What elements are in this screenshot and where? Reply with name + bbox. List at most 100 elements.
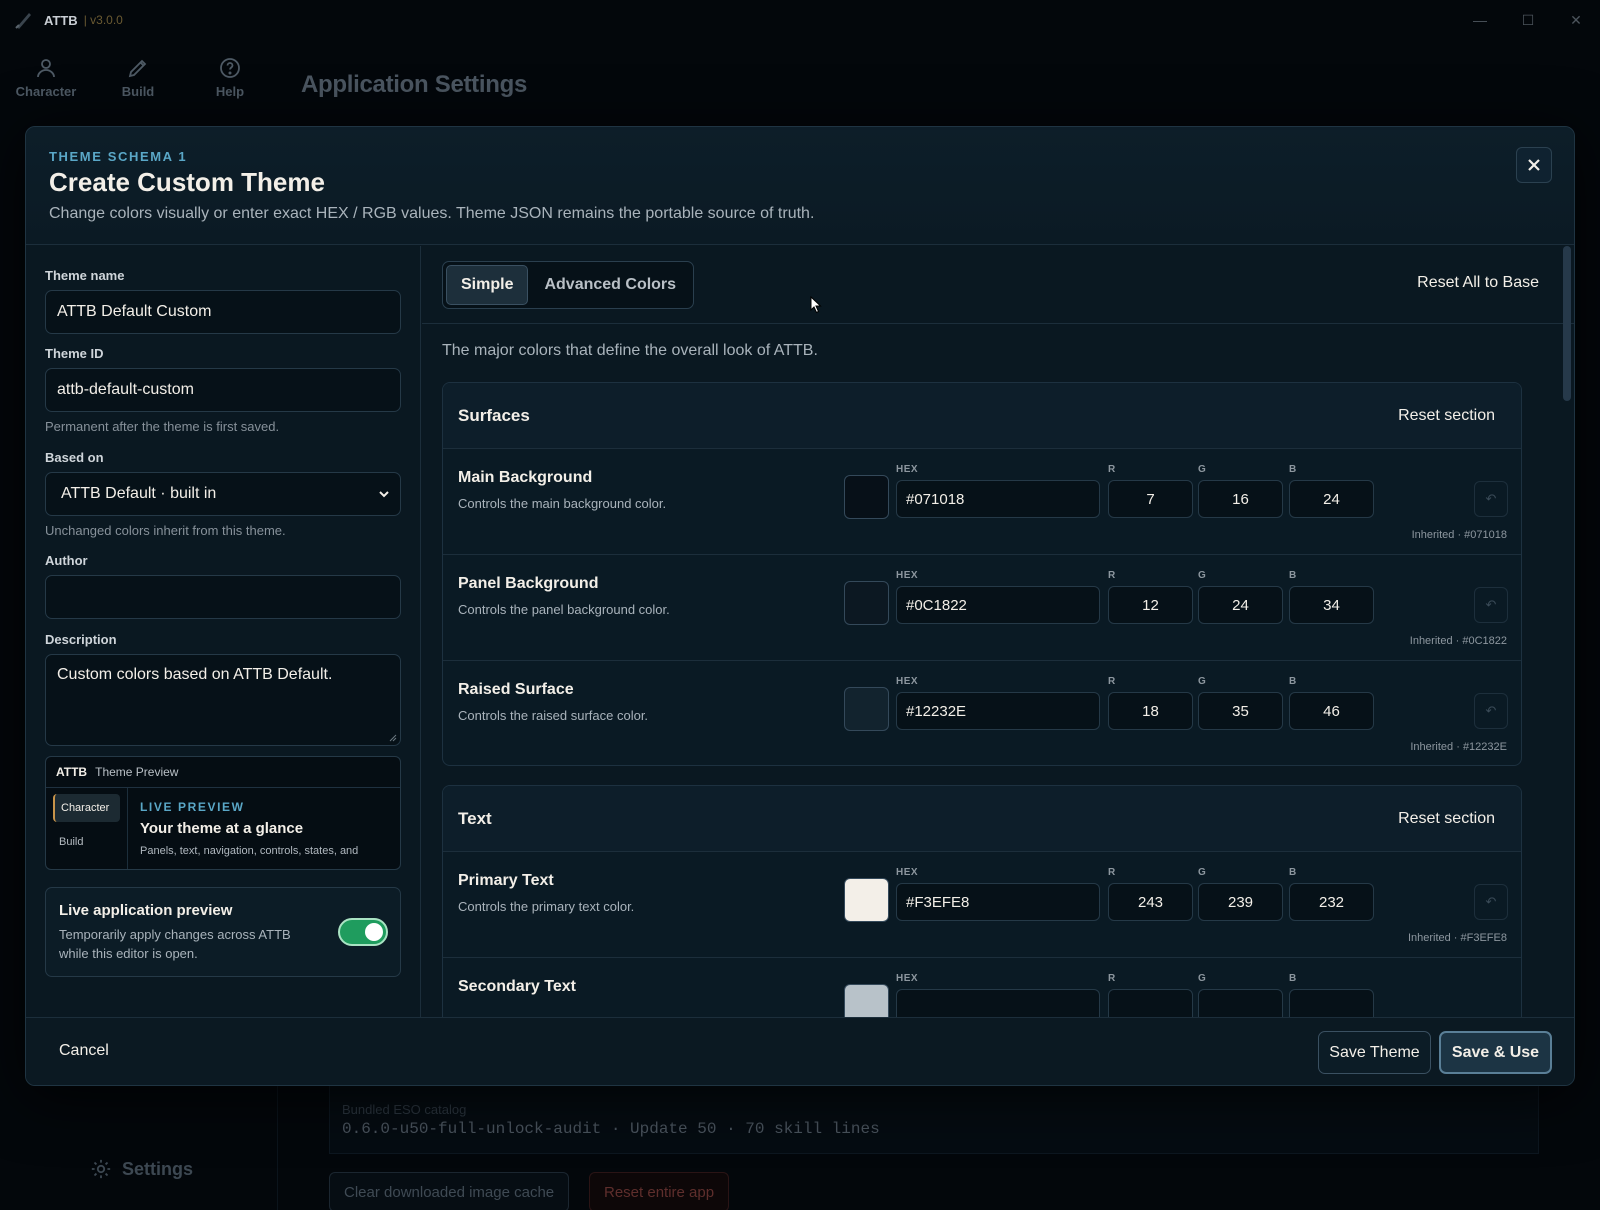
g-input[interactable] <box>1198 989 1283 1017</box>
theme-id-input[interactable]: attb-default-custom <box>45 368 401 412</box>
description-textarea[interactable]: Custom colors based on ATTB Default. <box>45 654 401 746</box>
hex-input[interactable] <box>896 989 1100 1017</box>
undo-button[interactable]: ↶ <box>1474 481 1508 517</box>
nav-label: Help <box>215 84 245 99</box>
theme-name-label: Theme name <box>45 268 125 283</box>
hex-input[interactable]: #0C1822 <box>896 586 1100 624</box>
r-input[interactable]: 243 <box>1108 883 1193 921</box>
b-label: B <box>1289 867 1297 878</box>
scrollbar[interactable] <box>1563 246 1571 401</box>
r-input[interactable]: 12 <box>1108 586 1193 624</box>
g-label: G <box>1198 973 1207 984</box>
r-input[interactable]: 7 <box>1108 480 1193 518</box>
inherited-note: Inherited · #071018 <box>1411 529 1507 541</box>
undo-button[interactable]: ↶ <box>1474 693 1508 729</box>
nav-build[interactable]: Build <box>92 56 184 99</box>
nav-label: Character <box>15 84 77 99</box>
color-swatch[interactable] <box>844 878 889 922</box>
b-input[interactable]: 46 <box>1289 692 1374 730</box>
b-label: B <box>1289 464 1297 475</box>
color-row-raised-surface: Raised Surface Controls the raised surfa… <box>443 661 1521 765</box>
b-input[interactable]: 232 <box>1289 883 1374 921</box>
hex-label: HEX <box>896 676 919 687</box>
gear-icon <box>91 1159 111 1179</box>
section-text: Text Reset section Primary Text Controls… <box>442 785 1522 1017</box>
undo-button[interactable]: ↶ <box>1474 587 1508 623</box>
dialog-header: THEME SCHEMA 1 Create Custom Theme Chang… <box>26 127 1574 245</box>
preview-nav-item: Build <box>59 836 84 848</box>
undo-button[interactable]: ↶ <box>1474 884 1508 920</box>
live-preview-card: Live application preview Temporarily app… <box>45 887 401 977</box>
b-input[interactable]: 34 <box>1289 586 1374 624</box>
preview-title: Your theme at a glance <box>140 820 304 837</box>
inherited-note: Inherited · #F3EFE8 <box>1407 932 1507 944</box>
color-swatch[interactable] <box>844 475 889 519</box>
color-swatch[interactable] <box>844 984 889 1017</box>
resize-handle-icon[interactable] <box>389 734 397 742</box>
app-logo-icon <box>15 13 31 29</box>
author-input[interactable] <box>45 575 401 619</box>
hex-input[interactable]: #F3EFE8 <box>896 883 1100 921</box>
inherited-note: Inherited · #12232E <box>1410 741 1507 753</box>
theme-name-input[interactable]: ATTB Default Custom <box>45 290 401 334</box>
r-label: R <box>1108 867 1116 878</box>
save-theme-button[interactable]: Save Theme <box>1318 1031 1431 1074</box>
preview-brand: ATTB <box>56 765 88 779</box>
close-window-button[interactable]: ✕ <box>1552 0 1600 40</box>
sidebar-item-settings[interactable]: Settings <box>90 1158 193 1180</box>
clear-cache-button[interactable]: Clear downloaded image cache <box>329 1172 570 1210</box>
hex-input[interactable]: #12232E <box>896 692 1100 730</box>
tab-advanced-colors[interactable]: Advanced Colors <box>530 265 690 305</box>
nav-label: Build <box>121 84 155 99</box>
nav-help[interactable]: Help <box>184 56 276 99</box>
save-and-use-button[interactable]: Save & Use <box>1439 1031 1552 1074</box>
g-input[interactable]: 239 <box>1198 883 1283 921</box>
color-row-secondary-text: Secondary Text HEX R G B <box>443 958 1521 1017</box>
b-input[interactable]: 24 <box>1289 480 1374 518</box>
mode-tabs: Simple Advanced Colors <box>442 261 695 309</box>
color-swatch[interactable] <box>844 581 889 625</box>
maximize-button[interactable]: ☐ <box>1504 0 1552 40</box>
section-surfaces: Surfaces Reset section Main Background C… <box>442 382 1522 766</box>
live-preview-toggle[interactable] <box>338 918 388 946</box>
reset-section-button[interactable]: Reset section <box>1398 810 1495 828</box>
page-title: Application Settings <box>301 71 528 98</box>
color-title: Raised Surface <box>458 681 574 698</box>
based-on-select[interactable]: ATTB Default · built in <box>45 472 401 516</box>
r-label: R <box>1108 464 1116 475</box>
g-input[interactable]: 24 <box>1198 586 1283 624</box>
color-editor: Simple Advanced Colors Reset All to Base… <box>422 246 1574 1017</box>
minimize-button[interactable]: — <box>1456 0 1504 40</box>
main-nav: Character Build Help <box>0 56 276 99</box>
author-label: Author <box>45 553 88 568</box>
hex-input[interactable]: #071018 <box>896 480 1100 518</box>
help-icon <box>220 58 240 78</box>
b-label: B <box>1289 570 1297 581</box>
color-swatch[interactable] <box>844 687 889 731</box>
reset-app-button[interactable]: Reset entire app <box>589 1172 730 1210</box>
hex-label: HEX <box>896 570 919 581</box>
person-icon <box>37 59 55 78</box>
create-theme-dialog: THEME SCHEMA 1 Create Custom Theme Chang… <box>25 126 1575 1086</box>
g-input[interactable]: 16 <box>1198 480 1283 518</box>
preview-header-label: Theme Preview <box>95 765 179 779</box>
r-input[interactable]: 18 <box>1108 692 1193 730</box>
color-title: Main Background <box>458 469 593 486</box>
nav-character[interactable]: Character <box>0 56 92 99</box>
g-input[interactable]: 35 <box>1198 692 1283 730</box>
tab-simple[interactable]: Simple <box>446 265 529 305</box>
theme-form: Theme name ATTB Default Custom Theme ID … <box>26 246 421 1017</box>
cancel-button[interactable]: Cancel <box>59 1042 109 1060</box>
close-icon <box>1528 159 1540 171</box>
color-title: Panel Background <box>458 575 599 592</box>
r-label: R <box>1108 973 1116 984</box>
close-dialog-button[interactable] <box>1516 147 1552 183</box>
reset-all-button[interactable]: Reset All to Base <box>1417 274 1539 292</box>
r-input[interactable] <box>1108 989 1193 1017</box>
reset-section-button[interactable]: Reset section <box>1398 407 1495 425</box>
preview-nav-item: Character <box>53 794 120 822</box>
section-title: Surfaces <box>458 405 530 425</box>
b-input[interactable] <box>1289 989 1374 1017</box>
hex-label: HEX <box>896 464 919 475</box>
window-controls: — ☐ ✕ <box>1456 0 1600 40</box>
